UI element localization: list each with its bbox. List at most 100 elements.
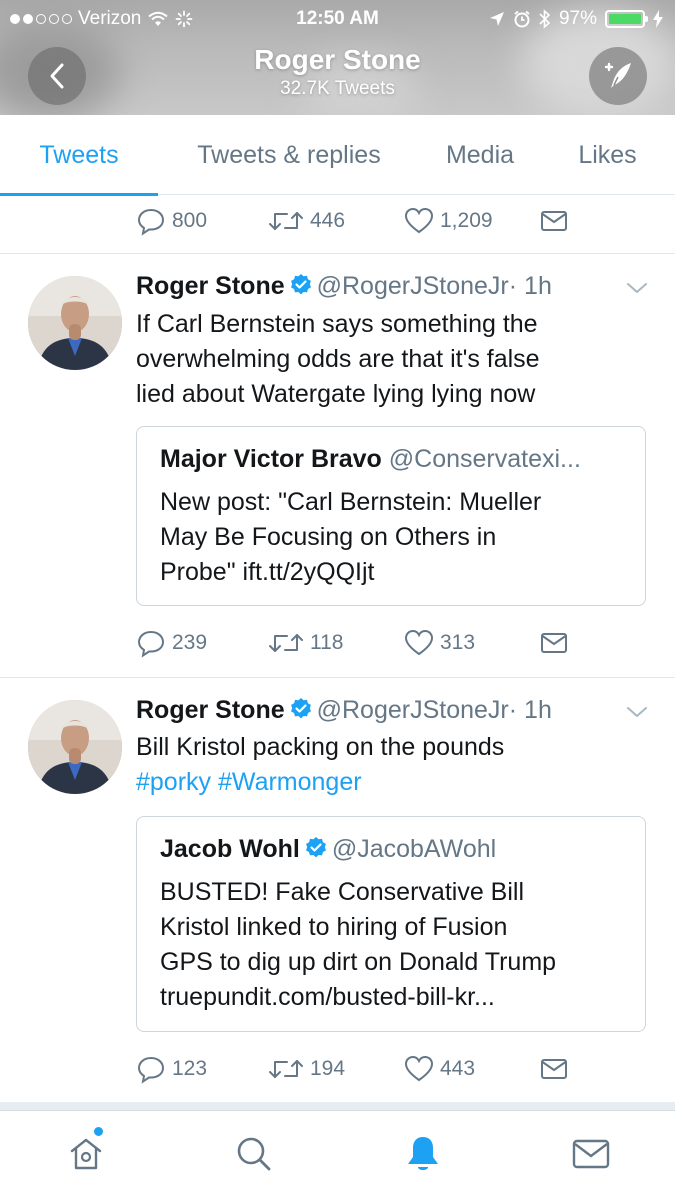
retweet-button[interactable]: 194	[268, 1049, 345, 1089]
list-end-divider	[0, 1102, 675, 1110]
retweet-count: 118	[310, 631, 344, 654]
bluetooth-icon	[539, 9, 551, 29]
quoted-author-name: Major Victor Bravo	[160, 445, 382, 473]
heart-icon	[404, 629, 434, 656]
notifications-bell-icon	[408, 1137, 438, 1170]
reply-button[interactable]: 123	[136, 1049, 207, 1089]
tab-label: Tweets	[39, 140, 119, 169]
reply-bubble-icon	[137, 1056, 165, 1084]
avatar-portrait	[28, 276, 122, 370]
alarm-clock-icon	[514, 10, 530, 28]
compose-quill-icon	[604, 62, 631, 88]
status-bar: Verizon 12:50 AM 97%	[0, 0, 675, 38]
verified-badge-icon	[290, 698, 311, 719]
quoted-tweet-text: BUSTED! Fake Conservative Bill Kristol l…	[160, 875, 630, 1015]
like-button[interactable]: 443	[404, 1049, 475, 1089]
battery-icon	[605, 10, 648, 28]
tweet[interactable]: Roger Stone @RogerJStoneJr· 1h Bill Kris…	[0, 678, 675, 1102]
retweet-button[interactable]: 446	[268, 201, 345, 241]
tweet-text-line: overwhelming odds are that it's false	[136, 345, 540, 373]
charging-bolt-icon	[653, 10, 663, 28]
tweet[interactable]: Roger Stone @RogerJStoneJr· 1h If Carl B…	[0, 254, 675, 676]
reply-bubble-icon	[137, 208, 165, 236]
like-button[interactable]: 313	[404, 623, 475, 663]
tweet-actions: 239 118 313	[136, 623, 576, 663]
quoted-text-line: Kristol linked to hiring of Fusion	[160, 913, 508, 941]
search-icon	[237, 1137, 271, 1171]
profile-tabs: Tweets Tweets & replies Media Likes	[0, 115, 675, 196]
author-name[interactable]: Roger Stone	[136, 696, 285, 724]
hashtag-link[interactable]: #porky	[136, 768, 211, 796]
profile-header-banner: Verizon 12:50 AM 97% Roger Stone 32.7K T…	[0, 0, 675, 115]
quoted-tweet-text: New post: "Carl Bernstein: Mueller May B…	[160, 485, 630, 590]
reply-button[interactable]: 239	[136, 623, 207, 663]
reply-button[interactable]: 800	[136, 201, 207, 241]
reply-bubble-icon	[137, 630, 165, 658]
quoted-tweet-card[interactable]: Jacob Wohl @JacobAWohl BUSTED! Fake Cons…	[136, 816, 646, 1032]
nav-search[interactable]	[224, 1129, 284, 1179]
direct-message-button[interactable]	[540, 201, 568, 241]
author-handle[interactable]: @RogerJStoneJr	[317, 696, 509, 724]
nav-home[interactable]	[56, 1127, 116, 1179]
tab-label: Likes	[578, 140, 637, 169]
reply-count: 123	[172, 1057, 208, 1080]
like-count: 1,209	[440, 209, 493, 232]
retweet-icon	[269, 634, 303, 652]
tab-likes[interactable]: Likes	[560, 115, 655, 195]
tab-media[interactable]: Media	[425, 115, 535, 195]
tweet-time: · 1h	[508, 272, 552, 300]
author-handle[interactable]: @RogerJStoneJr	[317, 272, 509, 300]
chevron-down-icon[interactable]	[625, 704, 649, 720]
location-arrow-icon	[489, 12, 504, 26]
tab-tweets-and-replies[interactable]: Tweets & replies	[170, 115, 408, 195]
tweet-actions: 123 194 443	[136, 1049, 576, 1089]
quoted-author-handle: @JacobAWohl	[331, 835, 497, 863]
home-notification-dot	[94, 1127, 103, 1136]
retweet-icon	[269, 1060, 303, 1078]
tweet-header: Roger Stone @RogerJStoneJr· 1h	[136, 696, 552, 725]
avatar[interactable]	[28, 700, 122, 794]
quoted-text-line: BUSTED! Fake Conservative Bill	[160, 878, 525, 906]
author-name[interactable]: Roger Stone	[136, 272, 285, 300]
hashtag-link[interactable]: #Warmonger	[218, 768, 362, 796]
tweet-text-line: lied about Watergate lying lying now	[136, 380, 536, 408]
tweet-text-line: Bill Kristol packing on the pounds	[136, 733, 505, 761]
retweet-count: 194	[310, 1057, 346, 1080]
tab-label: Tweets & replies	[197, 140, 381, 169]
tab-label: Media	[445, 140, 515, 169]
tweet-time: · 1h	[508, 696, 552, 724]
nav-notifications[interactable]	[393, 1129, 453, 1179]
heart-icon	[404, 207, 434, 234]
direct-message-button[interactable]	[540, 623, 568, 663]
avatar-portrait	[28, 700, 122, 794]
direct-message-button[interactable]	[540, 1049, 568, 1089]
tweet-header: Roger Stone @RogerJStoneJr· 1h	[136, 272, 552, 301]
quoted-tweet-header: Jacob Wohl @JacobAWohl	[160, 835, 630, 864]
quoted-text-line: May Be Focusing on Others in	[160, 523, 497, 551]
tab-tweets[interactable]: Tweets	[0, 115, 158, 196]
heart-icon	[404, 1055, 434, 1082]
avatar[interactable]	[28, 276, 122, 370]
verified-badge-icon	[305, 837, 326, 858]
battery-percent: 97%	[558, 8, 597, 29]
envelope-icon	[541, 211, 567, 231]
quoted-text-line: GPS to dig up dirt on Donald Trump	[160, 948, 557, 976]
chevron-down-icon[interactable]	[625, 280, 649, 296]
compose-tweet-button[interactable]	[589, 47, 647, 105]
envelope-icon	[541, 1059, 567, 1079]
envelope-icon	[541, 633, 567, 653]
like-count: 443	[440, 1057, 476, 1080]
quoted-text-line: Probe" ift.tt/2yQQIjt	[160, 558, 375, 586]
retweet-icon	[269, 212, 303, 230]
bottom-tab-bar	[0, 1110, 675, 1200]
quoted-tweet-header: Major Victor Bravo @Conservatexi...	[160, 445, 630, 474]
quoted-text-line: truepundit.com/busted-bill-kr...	[160, 983, 495, 1011]
nav-messages[interactable]	[561, 1129, 621, 1179]
messages-envelope-icon	[572, 1139, 610, 1169]
like-button[interactable]: 1,209	[404, 201, 493, 241]
tweet-text: Bill Kristol packing on the pounds #pork…	[136, 730, 636, 800]
tweet-text-line: If Carl Bernstein says something the	[136, 310, 538, 338]
reply-count: 800	[172, 209, 208, 232]
retweet-button[interactable]: 118	[268, 623, 343, 663]
quoted-tweet-card[interactable]: Major Victor Bravo @Conservatexi... New …	[136, 426, 646, 606]
